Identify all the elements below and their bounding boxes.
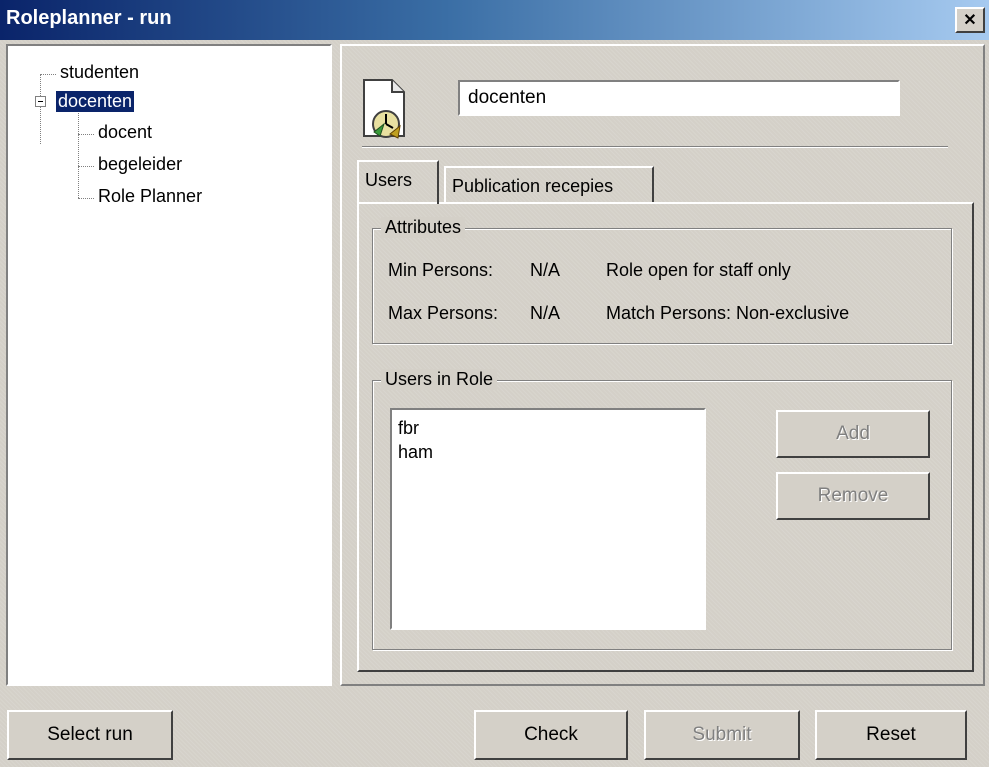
match-persons-text: Match Persons: Non-exclusive [606, 303, 850, 323]
role-tree[interactable]: studenten docenten docent begeleider Rol… [6, 44, 332, 686]
tree-line [78, 134, 94, 135]
check-label: Check [524, 724, 578, 745]
select-run-label: Select run [47, 724, 133, 745]
tree-line [78, 198, 94, 199]
collapse-icon[interactable] [35, 96, 46, 107]
role-open-text: Role open for staff only [606, 260, 791, 280]
min-persons-label: Min Persons: [388, 260, 494, 280]
select-run-button[interactable]: Select run [7, 710, 173, 760]
tree-item-studenten[interactable]: studenten [60, 62, 139, 83]
users-listbox[interactable]: fbr ham [390, 408, 706, 630]
separator [362, 146, 948, 148]
check-button[interactable]: Check [474, 710, 628, 760]
submit-label: Submit [692, 724, 752, 745]
max-persons-label: Max Persons: [388, 303, 499, 323]
reset-label: Reset [866, 724, 916, 745]
close-button[interactable]: ✕ [955, 7, 985, 33]
tree-line [78, 166, 94, 167]
users-in-role-legend: Users in Role [381, 369, 498, 390]
attributes-legend: Attributes [381, 217, 466, 238]
tab-users-label: Users [365, 170, 413, 190]
tree-item-begeleider[interactable]: begeleider [98, 154, 182, 175]
role-name-input[interactable] [458, 80, 900, 116]
submit-button[interactable]: Submit [644, 710, 800, 760]
min-persons-value: N/A [530, 260, 561, 280]
reset-button[interactable]: Reset [815, 710, 967, 760]
tree-item-docenten[interactable]: docenten [54, 90, 136, 113]
max-persons-value: N/A [530, 303, 561, 323]
remove-button-label: Remove [817, 485, 889, 506]
title-bar[interactable]: Roleplanner - run ✕ [0, 0, 989, 40]
tree-line [40, 74, 41, 144]
attributes-groupbox: Attributes [372, 217, 952, 344]
roleplanner-window: Roleplanner - run ✕ studenten docenten d… [0, 0, 989, 767]
list-item[interactable]: ham [398, 440, 698, 464]
window-title: Roleplanner - run [6, 7, 172, 29]
role-clock-document-icon [363, 79, 405, 139]
close-icon: ✕ [963, 12, 977, 29]
add-button-label: Add [836, 423, 870, 444]
tree-line [78, 108, 79, 198]
tree-item-docent[interactable]: docent [98, 122, 152, 143]
tab-users[interactable]: Users [357, 160, 439, 204]
tree-line [40, 74, 56, 75]
tree-item-role-planner[interactable]: Role Planner [98, 186, 202, 207]
remove-button[interactable]: Remove [776, 472, 930, 520]
tab-publication-label: Publication recepies [452, 176, 614, 196]
add-button[interactable]: Add [776, 410, 930, 458]
list-item[interactable]: fbr [398, 416, 698, 440]
tab-publication-recepies[interactable]: Publication recepies [444, 166, 654, 202]
